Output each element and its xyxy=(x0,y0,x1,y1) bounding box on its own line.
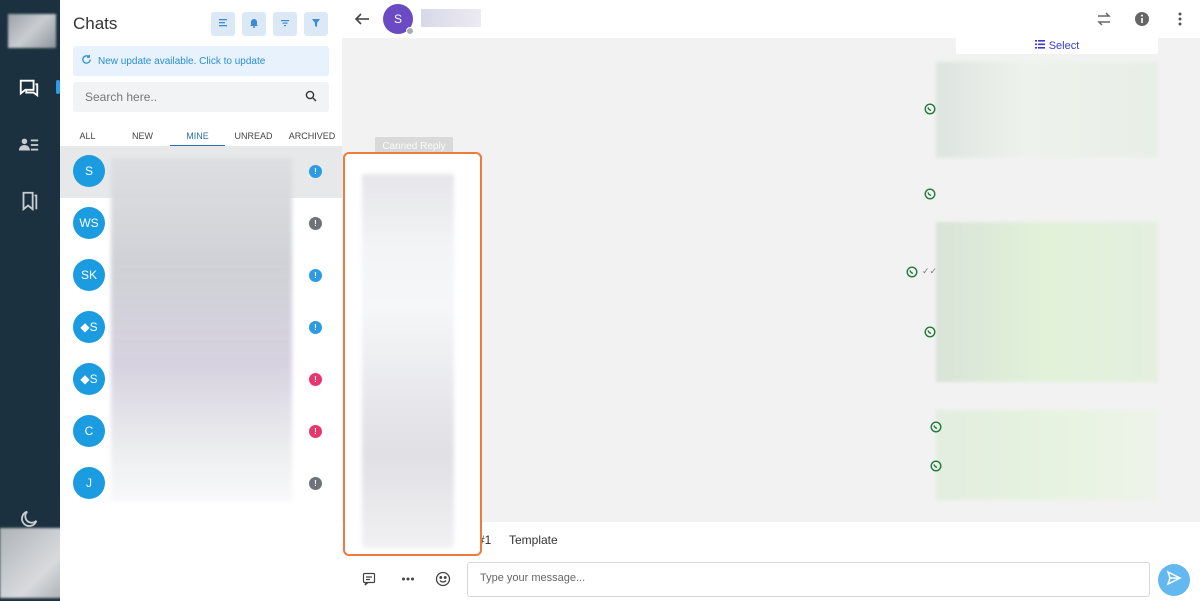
conversation-header: S xyxy=(342,0,1200,38)
filter-icon xyxy=(311,15,321,33)
select-button[interactable]: Select xyxy=(956,38,1158,54)
unread-badge: ! xyxy=(309,217,322,230)
avatar: ◆S xyxy=(73,363,105,395)
filter-button[interactable] xyxy=(304,12,328,36)
note-icon[interactable] xyxy=(360,570,378,588)
select-label: Select xyxy=(1048,40,1080,52)
conversation-pane: S Select ✓✓ Canned Reply #1 Template Typ… xyxy=(342,0,1200,601)
whatsapp-icon xyxy=(924,187,936,200)
nav-rail xyxy=(0,0,76,601)
back-arrow-icon[interactable] xyxy=(352,9,372,29)
contact-name xyxy=(421,9,481,27)
message-bubble xyxy=(936,222,1158,382)
tab-new[interactable]: NEW xyxy=(115,130,170,146)
unread-badge: ! xyxy=(309,165,322,178)
avatar: ◆S xyxy=(73,311,105,343)
unread-badge: ! xyxy=(309,425,322,438)
search-box[interactable]: Search here.. xyxy=(73,82,329,112)
avatar: WS xyxy=(73,207,105,239)
whatsapp-icon xyxy=(930,420,942,433)
presence-indicator xyxy=(406,27,414,35)
update-banner[interactable]: New update available. Click to update xyxy=(73,46,329,76)
tab-archived[interactable]: ARCHIVED xyxy=(282,130,342,146)
avatar: SK xyxy=(73,259,105,291)
whatsapp-icon xyxy=(930,459,942,472)
sort-button[interactable] xyxy=(273,12,297,36)
bookmarks-icon[interactable] xyxy=(16,188,42,214)
chats-title: Chats xyxy=(73,14,118,33)
unread-badge: ! xyxy=(309,269,322,282)
tab-unread[interactable]: UNREAD xyxy=(225,130,282,146)
template-label[interactable]: Template xyxy=(509,533,558,547)
transfer-icon[interactable] xyxy=(1094,9,1114,29)
canned-reply-popup[interactable] xyxy=(343,152,482,556)
sort-icon xyxy=(280,15,290,33)
whatsapp-icon xyxy=(924,102,936,115)
whatsapp-icon xyxy=(906,265,918,278)
chat-icon[interactable] xyxy=(16,75,42,101)
app-root: Chats New update available. Click to upd… xyxy=(0,0,1200,601)
message-input[interactable]: Type your message... xyxy=(467,562,1150,597)
unread-badge: ! xyxy=(309,321,322,334)
message-bubble xyxy=(936,62,1158,158)
send-icon xyxy=(1166,570,1182,591)
search-icon xyxy=(305,90,317,105)
logo xyxy=(8,14,56,48)
refresh-icon xyxy=(81,54,92,68)
whatsapp-icon xyxy=(924,325,936,338)
double-tick-icon: ✓✓ xyxy=(922,266,938,276)
chat-tabs: ALL NEW MINE UNREAD ARCHIVED xyxy=(60,130,342,146)
redacted-chat-previews xyxy=(111,158,292,502)
tab-all[interactable]: ALL xyxy=(60,130,115,146)
unread-badge: ! xyxy=(309,477,322,490)
list-icon xyxy=(218,15,228,33)
search-input[interactable]: Search here.. xyxy=(85,90,305,104)
emoji-icon[interactable] xyxy=(434,570,452,588)
update-banner-text: New update available. Click to update xyxy=(98,55,266,67)
notifications-button[interactable] xyxy=(242,12,266,36)
canned-reply-list[interactable] xyxy=(362,174,454,548)
compose-bar: Type your message... xyxy=(342,558,1200,601)
list-icon xyxy=(1034,40,1045,52)
unread-badge: ! xyxy=(309,373,322,386)
avatar: S xyxy=(73,155,105,187)
more-vertical-icon[interactable] xyxy=(1170,9,1190,29)
avatar: J xyxy=(73,467,105,499)
bell-icon xyxy=(249,15,259,33)
send-button[interactable] xyxy=(1158,564,1190,596)
list-button[interactable] xyxy=(211,12,235,36)
ellipsis-icon[interactable] xyxy=(399,570,417,588)
message-bubble xyxy=(936,410,1158,500)
avatar: C xyxy=(73,415,105,447)
info-icon[interactable] xyxy=(1132,9,1152,29)
tab-mine[interactable]: MINE xyxy=(170,130,225,146)
contacts-icon[interactable] xyxy=(16,132,42,158)
